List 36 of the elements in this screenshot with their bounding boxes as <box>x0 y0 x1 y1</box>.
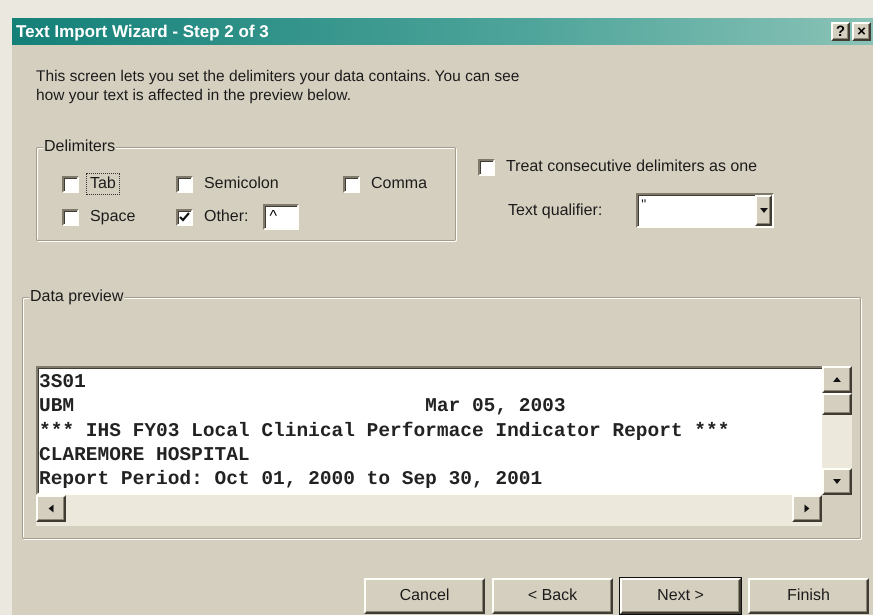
other-delimiter-field[interactable]: ^ <box>263 204 300 230</box>
scroll-up-button[interactable] <box>822 366 852 393</box>
help-button[interactable]: ? <box>831 22 850 41</box>
wizard-button[interactable]: Cancel <box>364 578 485 614</box>
instruction-text: This screen lets you set the delimiters your data contains. You can see <box>36 67 520 86</box>
checkbox-label[interactable]: Other: <box>201 207 252 227</box>
scroll-right-button[interactable] <box>792 495 822 522</box>
checkbox-label[interactable]: Tab <box>87 174 119 194</box>
group-label: Data preview <box>29 288 124 306</box>
checkbox-label[interactable]: Space <box>87 207 138 227</box>
arrow-icon <box>804 504 810 512</box>
checkbox[interactable] <box>62 176 79 192</box>
wizard-button[interactable]: < Back <box>492 578 613 614</box>
checkbox[interactable] <box>176 208 193 226</box>
wizard-button[interactable]: Next > <box>620 578 741 614</box>
checkbox-label[interactable]: Semicolon <box>201 174 282 194</box>
arrow-icon <box>833 479 841 484</box>
arrow-icon <box>48 504 54 512</box>
checkbox-label[interactable]: Treat consecutive delimiters as one <box>503 157 760 177</box>
dropdown-arrow-icon <box>760 208 768 213</box>
scroll-thumb[interactable] <box>822 393 852 415</box>
preview-text: 3S01 UBM Mar 05, 2003 *** IHS FY03 Local Clinical Performace Indicator Report *** CLAREMORE HOSPITAL Report Period: Oct 01, 2000 to Sep 30, 2001 <box>36 366 822 495</box>
checkbox[interactable] <box>62 208 79 226</box>
field-label: Text qualifier: <box>508 202 602 220</box>
instruction-text: how your text is affected in the preview below. <box>36 86 352 105</box>
checkbox[interactable] <box>478 158 495 176</box>
text-qualifier-dropdown[interactable]: " <box>636 193 774 228</box>
close-button[interactable]: × <box>852 22 871 41</box>
wizard-button[interactable]: Finish <box>748 578 869 614</box>
window-title: Text Import Wizard - Step 2 of 3 <box>16 22 270 42</box>
checkbox[interactable] <box>343 176 360 192</box>
checkbox[interactable] <box>176 176 193 192</box>
scroll-left-button[interactable] <box>36 495 66 522</box>
checkbox-label[interactable]: Comma <box>368 174 430 194</box>
arrow-icon <box>833 377 841 382</box>
scroll-down-button[interactable] <box>822 468 852 495</box>
